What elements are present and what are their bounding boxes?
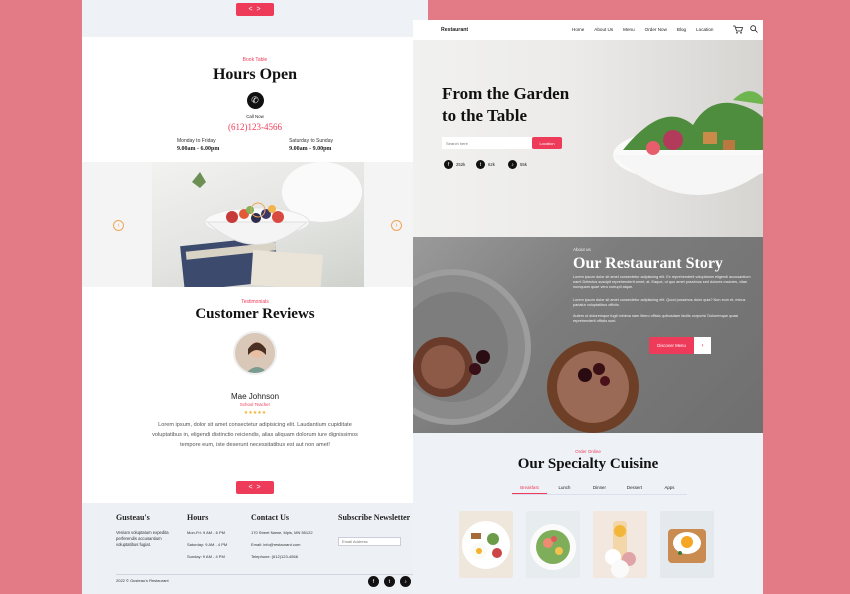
- story-paragraph-2: Lorem ipsum dolor sit amet consectetur a…: [573, 298, 746, 308]
- story-paragraph-1: Lorem ipsum dolor sit amet consectetur a…: [573, 275, 751, 290]
- footer-hours-line: Mon-Fri: 9 AM - 6 PM: [187, 530, 226, 535]
- avatar: [233, 331, 277, 375]
- top-nav: Restaurant Home About Us Menu Order Now …: [413, 20, 763, 40]
- reviewer-role: School Teacher: [239, 402, 271, 407]
- facebook-count: 252k: [456, 162, 466, 167]
- twitter-icon[interactable]: t: [384, 576, 395, 587]
- rating-stars: ★★★★★: [243, 410, 267, 416]
- footer-newsletter-title: Subscribe Newsletter: [338, 513, 411, 522]
- footer-brand-text: Veniam voluptatum expedita perferendis a…: [116, 530, 169, 547]
- weekday-hours: Monday to Friday 9.00am - 6.00pm: [177, 138, 219, 152]
- tab-dessert[interactable]: Dessert: [617, 485, 652, 494]
- nav-brand[interactable]: Restaurant: [441, 27, 468, 33]
- story-section: About us Our Restaurant Story Lorem ipsu…: [413, 237, 763, 433]
- story-kicker: About us: [573, 247, 591, 252]
- footer-newsletter: Subscribe Newsletter: [338, 513, 410, 548]
- review-text: Lorem ipsum, dolor sit amet consectetur …: [152, 422, 358, 448]
- weekend-hours: Saturday to Sunday 9.00am - 9.00pm: [289, 138, 333, 152]
- hours-row: Monday to Friday 9.00am - 6.00pm Saturda…: [82, 138, 428, 152]
- footer-contact-title: Contact Us: [251, 513, 289, 522]
- footer-address: 170 Street Name, Mpls, MN 55122: [251, 530, 313, 535]
- hero-title-line1: From the Garden: [442, 84, 570, 103]
- dish-card[interactable]: [660, 511, 714, 578]
- fruit-bowl-image: [152, 162, 364, 287]
- weekday-time: 9.00am - 6.00pm: [177, 146, 220, 152]
- dish-card[interactable]: [593, 511, 647, 578]
- reviewer-name: Mae Johnson: [230, 392, 280, 401]
- hero-photo-carousel: ‹ ›: [82, 162, 428, 287]
- weekend-label: Saturday to Sunday: [289, 138, 333, 144]
- cuisine-section: Order Online Our Specialty Cuisine Break…: [413, 433, 763, 594]
- salad-bowl-image: [613, 91, 763, 195]
- facebook-icon[interactable]: f: [368, 576, 379, 587]
- review-pager-button[interactable]: < >: [236, 481, 274, 494]
- top-band: < >: [82, 0, 428, 37]
- hero-section: From the Garden to the Table Location f …: [413, 40, 763, 237]
- nav-link-home[interactable]: Home: [572, 27, 584, 32]
- cuisine-kicker: Order Online: [575, 449, 601, 454]
- twitter-count: 62k: [488, 162, 495, 167]
- search-input[interactable]: [442, 137, 532, 149]
- tiktok-count: 55k: [520, 162, 527, 167]
- reviews-kicker: Testimonials: [241, 299, 269, 305]
- hours-title: Hours Open: [212, 66, 297, 83]
- hero-title: From the Garden to the Table: [442, 83, 569, 127]
- tab-divider: [512, 494, 687, 495]
- dish-card[interactable]: [459, 511, 513, 578]
- hero-title-line2: to the Table: [442, 106, 528, 125]
- nav-link-order[interactable]: Order Now: [645, 27, 667, 32]
- phone-icon[interactable]: ✆: [246, 92, 264, 109]
- call-now-label: Call Now: [246, 114, 264, 119]
- tiktok-icon: ♪: [508, 160, 517, 169]
- footer-email[interactable]: Email: info@restaurant.com: [251, 542, 313, 547]
- twitter-icon: t: [476, 160, 485, 169]
- discover-menu-button[interactable]: Discover Menu: [649, 337, 694, 354]
- cart-icon[interactable]: [733, 25, 743, 34]
- nav-links: Home About Us Menu Order Now Blog Locati…: [572, 27, 713, 32]
- carousel-prev-button[interactable]: ‹: [113, 220, 124, 231]
- copyright: 2022 © Gusteau's Restaurant: [116, 578, 169, 583]
- nav-link-blog[interactable]: Blog: [677, 27, 686, 32]
- footer-contact: Contact Us 170 Street Name, Mpls, MN 551…: [251, 513, 313, 566]
- nav-link-menu[interactable]: Menu: [623, 27, 635, 32]
- footer-hours-line: Sunday: 9 AM - 4 PM: [187, 554, 225, 559]
- weekend-time: 9.00am - 9.00pm: [289, 146, 332, 152]
- location-button[interactable]: Location: [532, 137, 562, 149]
- footer-hours-title: Hours: [187, 513, 209, 522]
- footer-telephone[interactable]: Telephone: (612)123-4566: [251, 554, 313, 559]
- weekday-label: Monday to Friday: [177, 138, 216, 144]
- tab-breakfast[interactable]: Breakfast: [512, 485, 547, 494]
- pager-button[interactable]: < >: [236, 3, 274, 16]
- footer-hours-line: Saturday: 9 AM - 4 PM: [187, 542, 228, 547]
- right-page-panel: Restaurant Home About Us Menu Order Now …: [413, 20, 763, 594]
- tab-lunch[interactable]: Lunch: [547, 485, 582, 494]
- book-table-kicker: Book Table: [242, 57, 268, 63]
- search-icon[interactable]: [750, 25, 758, 33]
- tiktok-stat[interactable]: ♪ 55k: [508, 160, 527, 169]
- tab-apps[interactable]: Apps: [652, 485, 687, 494]
- twitter-stat[interactable]: t 62k: [476, 160, 495, 169]
- footer-brand-name: Gusteau's: [116, 513, 150, 522]
- cuisine-title: Our Specialty Cuisine: [517, 456, 659, 472]
- cuisine-tabs: Breakfast Lunch Dinner Dessert Apps: [512, 485, 687, 494]
- dish-card[interactable]: [526, 511, 580, 578]
- footer-divider: [116, 574, 428, 575]
- story-title: Our Restaurant Story: [573, 255, 723, 272]
- newsletter-email-input[interactable]: [338, 537, 401, 546]
- facebook-stat[interactable]: f 252k: [444, 160, 465, 169]
- reviews-title: Customer Reviews: [195, 306, 315, 322]
- footer-hours: Hours Mon-Fri: 9 AM - 6 PM Saturday: 9 A…: [187, 513, 227, 566]
- nav-link-location[interactable]: Location: [696, 27, 713, 32]
- story-paragraph-3: Autem ut doloremque fugit minima nam lib…: [573, 314, 739, 324]
- tab-dinner[interactable]: Dinner: [582, 485, 617, 494]
- facebook-icon: f: [444, 160, 453, 169]
- tiktok-icon[interactable]: ♪: [400, 576, 411, 587]
- left-page-panel: < > Book Table Hours Open ✆ Call Now (61…: [82, 0, 428, 594]
- carousel-next-button[interactable]: ›: [391, 220, 402, 231]
- footer: Gusteau's Veniam voluptatum expedita per…: [82, 503, 428, 594]
- nav-link-about[interactable]: About Us: [594, 27, 613, 32]
- discover-arrow-button[interactable]: ›: [694, 337, 711, 354]
- phone-number[interactable]: (612)123-4566: [82, 122, 428, 132]
- footer-brand: Gusteau's Veniam voluptatum expedita per…: [116, 513, 171, 548]
